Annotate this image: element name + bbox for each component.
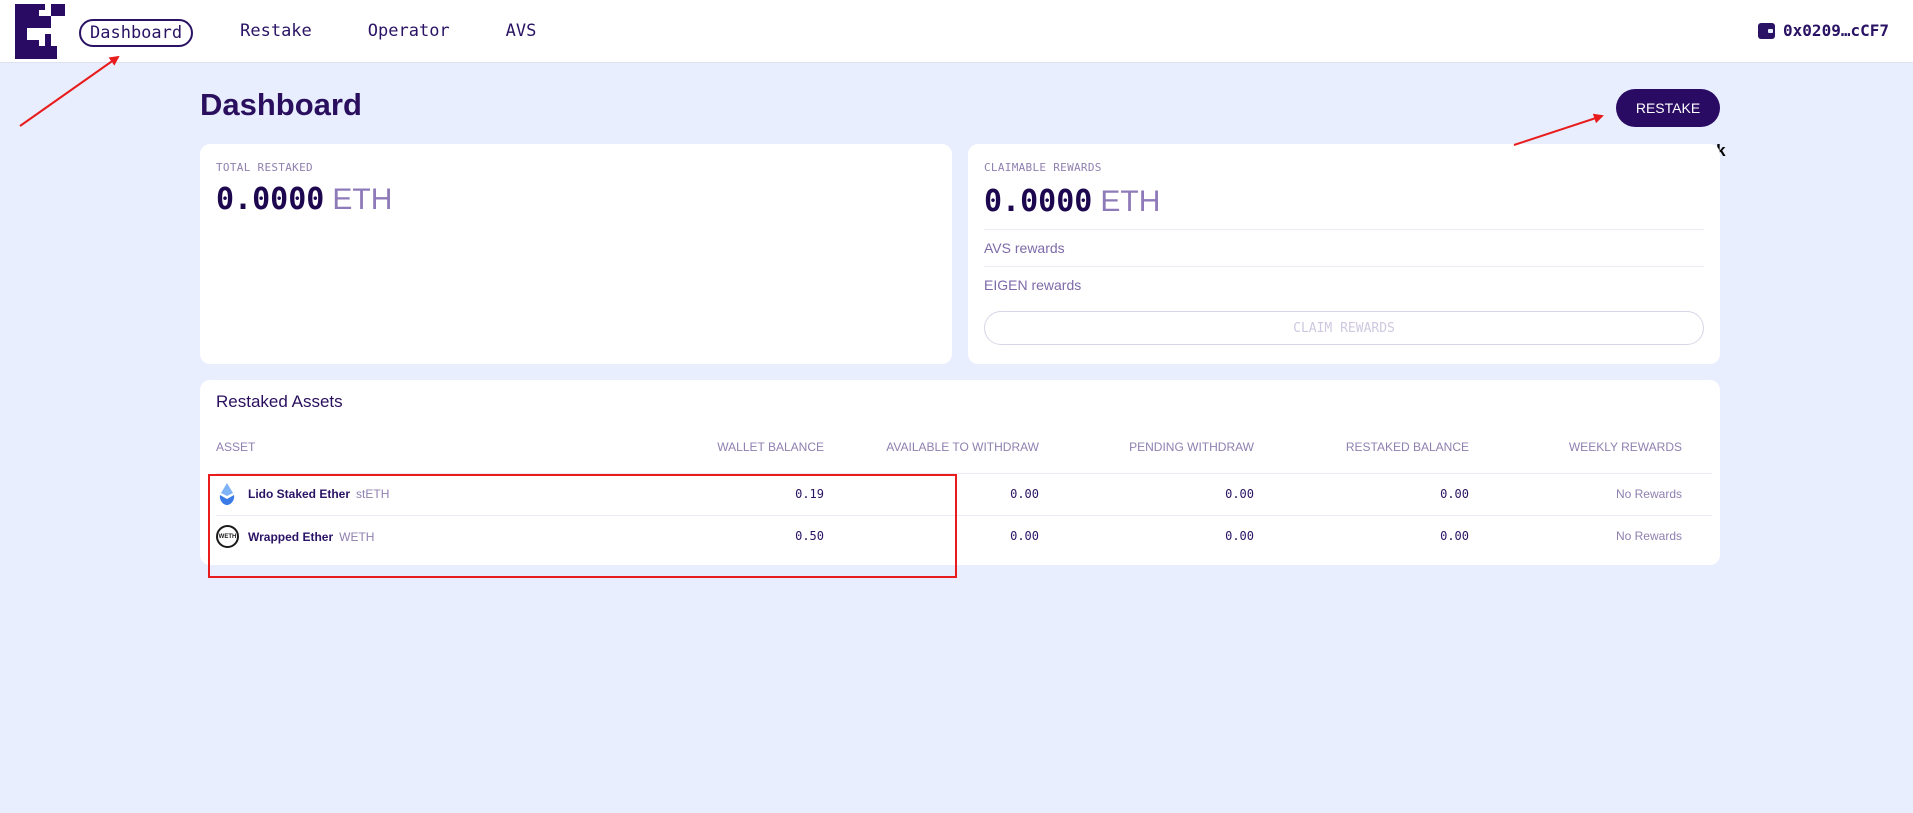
- annotation-arrow-dashboard: [19, 55, 120, 127]
- annotation-arrows: [19, 55, 1604, 146]
- annotation-arrow-restake: [1513, 113, 1604, 146]
